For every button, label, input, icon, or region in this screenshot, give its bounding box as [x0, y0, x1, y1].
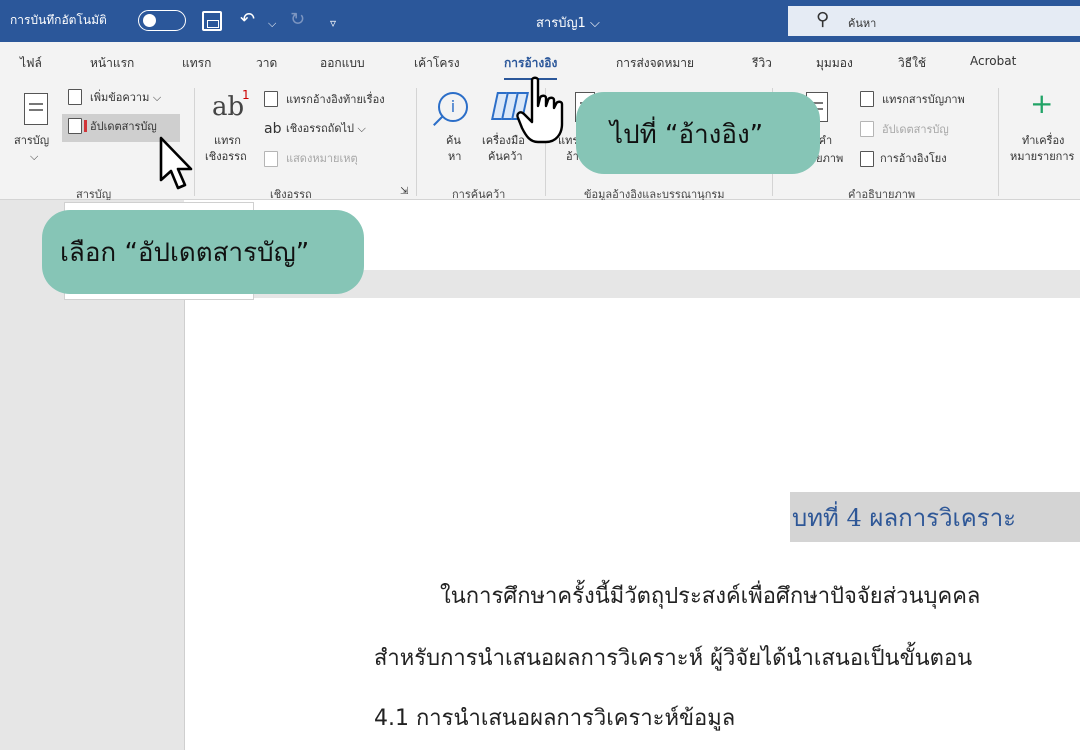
tab-draw[interactable]: วาด [256, 54, 277, 73]
toc-button-label[interactable]: สารบัญ [14, 134, 49, 148]
search-label-2[interactable]: หา [448, 150, 461, 164]
tab-view[interactable]: มุมมอง [816, 54, 853, 73]
undo-icon[interactable]: ↶ [240, 8, 255, 32]
toggle-knob [143, 14, 156, 27]
tab-review[interactable]: รีวิว [752, 54, 772, 73]
next-footnote-button[interactable]: เชิงอรรถถัดไป ⌵ [286, 122, 366, 136]
tab-file[interactable]: ไฟล์ [20, 54, 42, 73]
autosave-label: การบันทึกอัตโนมัติ [10, 13, 107, 27]
researcher-label-2[interactable]: ค้นคว้า [488, 150, 523, 164]
tab-layout[interactable]: เค้าโครง [414, 54, 460, 73]
table-of-figures-icon [860, 91, 874, 107]
paragraph-3[interactable]: 4.1 การนำเสนอผลการวิเคราะห์ข้อมูล [374, 700, 735, 735]
search-icon: ⚲ [816, 9, 830, 30]
group-divider [998, 88, 999, 196]
group-divider [416, 88, 417, 196]
tab-design[interactable]: ออกแบบ [320, 54, 365, 73]
show-notes-icon [264, 151, 278, 167]
insert-endnote-button[interactable]: แทรกอ้างอิงท้ายเรื่อง [286, 93, 385, 107]
insert-footnote-label-2[interactable]: เชิงอรรถ [205, 150, 247, 164]
tab-mailings[interactable]: การส่งจดหมาย [616, 54, 694, 73]
tab-help[interactable]: วิธีใช้ [898, 54, 926, 73]
undo-dropdown-icon[interactable]: ⌵ [268, 12, 276, 36]
search-research-icon[interactable]: i [438, 92, 468, 122]
mark-entry-icon[interactable]: + [1030, 90, 1053, 118]
paragraph-2[interactable]: สำหรับการนำเสนอผลการวิเคราะห์ ผู้วิจัยได… [374, 640, 972, 675]
search-placeholder: ค้นหา [848, 17, 877, 30]
insert-table-of-figures-button[interactable]: แทรกสารบัญภาพ [882, 93, 965, 107]
table-of-contents-icon[interactable] [24, 93, 48, 125]
update-toc-icon [68, 118, 82, 134]
mark-entry-label-2[interactable]: หมายรายการ [1010, 150, 1074, 164]
footnote-superscript-icon: 1 [242, 88, 250, 102]
arrow-cursor-icon [159, 136, 193, 190]
callout-select-update-toc: เลือก “อัปเดตสารบัญ” [42, 210, 364, 294]
redo-icon[interactable]: ↻ [290, 8, 305, 32]
search-box[interactable]: ⚲ ค้นหา [788, 6, 1080, 36]
title-bar: การบันทึกอัตโนมัติ ↶ ⌵ ↻ ▿ สารบัญ1 ⌵ ⚲ ค… [0, 0, 1080, 42]
document-title[interactable]: สารบัญ1 ⌵ [536, 12, 600, 33]
update-table-button: อัปเดตสารบัญ [882, 123, 949, 136]
insert-footnote-label-1[interactable]: แทรก [214, 134, 241, 148]
update-toc-button[interactable]: อัปเดตสารบัญ [90, 120, 157, 134]
cross-reference-button[interactable]: การอ้างอิงโยง [880, 152, 947, 166]
insert-footnote-icon[interactable]: ab [212, 92, 244, 122]
add-text-button[interactable]: เพิ่มข้อความ ⌵ [90, 91, 161, 105]
customize-quick-access-icon[interactable]: ▿ [330, 11, 336, 35]
chapter-heading[interactable]: บทที่ 4 ผลการวิเคราะ [792, 498, 1016, 537]
group-divider [194, 88, 195, 196]
tab-acrobat[interactable]: Acrobat [970, 54, 1016, 68]
mark-entry-label-1[interactable]: ทำเครื่อง [1022, 134, 1064, 148]
tab-insert[interactable]: แทรก [182, 54, 211, 73]
cross-reference-icon [860, 151, 874, 167]
toc-dropdown-icon[interactable]: ⌵ [30, 150, 38, 164]
tab-references[interactable]: การอ้างอิง [504, 54, 558, 81]
footnote-dialog-launcher-icon[interactable]: ⇲ [400, 185, 408, 199]
hand-cursor-icon [516, 76, 564, 144]
save-icon[interactable] [202, 11, 222, 31]
menu-tabs: ไฟล์ หน้าแรก แทรก วาด ออกแบบ เค้าโครง กา… [0, 42, 1080, 81]
show-notes-button: แสดงหมายเหตุ [286, 152, 358, 165]
next-footnote-icon: ab [264, 121, 282, 137]
add-text-icon [68, 89, 82, 105]
search-label-1[interactable]: ค้น [446, 134, 461, 148]
insert-endnote-icon [264, 91, 278, 107]
paragraph-1[interactable]: ในการศึกษาครั้งนี้มีวัตถุประสงค์เพื่อศึก… [440, 578, 980, 613]
callout-goto-references: ไปที่ “อ้างอิง” [576, 92, 820, 174]
update-table-icon [860, 121, 874, 137]
tab-home[interactable]: หน้าแรก [90, 54, 134, 73]
autosave-toggle[interactable] [138, 10, 186, 31]
update-mark-icon [84, 120, 87, 132]
